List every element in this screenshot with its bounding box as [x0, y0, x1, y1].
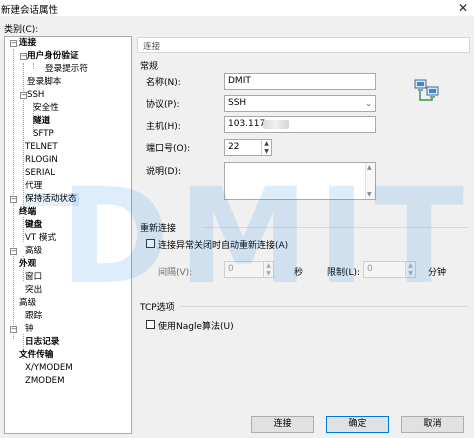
- tree-line: [13, 49, 14, 339]
- limit-unit: 分钟: [428, 268, 447, 278]
- cancel-button[interactable]: 取消: [401, 416, 464, 433]
- collapse-icon[interactable]: −: [10, 40, 17, 47]
- protocol-label: 协议(P):: [146, 100, 180, 110]
- general-section-title: 常规: [140, 62, 159, 72]
- scroll-down-icon[interactable]: ▼: [367, 191, 372, 198]
- network-icon: [414, 78, 440, 104]
- tree-line: [33, 63, 34, 69]
- protocol-select[interactable]: SSH ⌄: [224, 95, 376, 112]
- port-input[interactable]: 22 ▲ ▼: [224, 139, 272, 156]
- port-stepper[interactable]: ▲ ▼: [261, 140, 271, 155]
- close-icon[interactable]: ✕: [458, 0, 468, 16]
- step-up-icon[interactable]: ▲: [262, 140, 271, 148]
- tree-item-appearance[interactable]: 外观: [19, 258, 36, 271]
- tree-item-serial[interactable]: SERIAL: [25, 167, 55, 180]
- name-value: DMIT: [228, 76, 251, 86]
- tree-item-terminal-advanced[interactable]: 高级: [25, 245, 42, 258]
- tree-item-login-prompt[interactable]: 登录提示符: [45, 63, 88, 76]
- collapse-icon[interactable]: −: [10, 196, 17, 203]
- interval-unit: 秒: [294, 268, 304, 278]
- name-input[interactable]: DMIT: [224, 73, 376, 90]
- host-input[interactable]: 103.117.: [224, 116, 376, 133]
- host-redacted: [263, 120, 289, 129]
- auto-reconnect-label[interactable]: 连接异常关闭时自动重新连接(A): [158, 238, 288, 251]
- window-title: 新建会话属性: [1, 5, 59, 16]
- description-label: 说明(D):: [146, 167, 181, 177]
- scroll-up-icon[interactable]: ▲: [367, 164, 372, 171]
- title-bar: 新建会话属性 ✕: [0, 0, 474, 16]
- description-scrollbar[interactable]: ▲ ▼: [365, 163, 375, 199]
- collapse-icon[interactable]: −: [10, 248, 17, 255]
- nagle-checkbox[interactable]: [146, 320, 155, 329]
- name-label: 名称(N):: [146, 78, 181, 88]
- tree-item-advanced[interactable]: 高级: [19, 297, 36, 310]
- collapse-icon[interactable]: −: [20, 92, 27, 99]
- tree-item-highlight[interactable]: 突出: [25, 284, 42, 297]
- tree-item-trace[interactable]: 跟踪: [25, 310, 42, 323]
- tree-item-keyboard[interactable]: 键盘: [25, 219, 42, 232]
- tree-item-zmodem[interactable]: ZMODEM: [25, 375, 65, 388]
- limit-input[interactable]: 0 ▲ ▼: [363, 261, 416, 278]
- auto-reconnect-checkbox[interactable]: [146, 239, 155, 248]
- interval-value: 0: [228, 264, 234, 274]
- interval-stepper[interactable]: ▲ ▼: [263, 262, 273, 277]
- tree-item-terminal[interactable]: 终端: [19, 206, 36, 219]
- tree-item-login-script[interactable]: 登录脚本: [27, 76, 61, 89]
- tree-item-ssh[interactable]: SSH: [27, 89, 44, 102]
- step-up-icon[interactable]: ▲: [406, 262, 415, 270]
- limit-stepper[interactable]: ▲ ▼: [405, 262, 415, 277]
- tree-item-bell[interactable]: 钟: [25, 323, 34, 336]
- tree-item-proxy[interactable]: 代理: [25, 180, 42, 193]
- tree-item-telnet[interactable]: TELNET: [25, 141, 58, 154]
- tree-item-logging[interactable]: 日志记录: [25, 336, 59, 349]
- tree-item-tunnel[interactable]: 隧道: [33, 115, 50, 128]
- limit-value: 0: [367, 264, 373, 274]
- interval-label: 间隔(V):: [158, 268, 193, 278]
- tree-line: [23, 217, 24, 242]
- breadcrumb-text: 连接: [143, 42, 161, 52]
- step-down-icon[interactable]: ▼: [264, 270, 273, 278]
- chevron-down-icon: ⌄: [365, 99, 372, 108]
- tree-item-xymodem[interactable]: X/YMODEM: [25, 362, 73, 375]
- breadcrumb: 连接: [137, 37, 470, 53]
- tree-item-window[interactable]: 窗口: [25, 271, 42, 284]
- port-label: 端口号(O):: [146, 144, 191, 154]
- tree-item-keepalive[interactable]: 保持活动状态: [25, 193, 79, 206]
- description-input[interactable]: ▲ ▼: [224, 162, 376, 200]
- tree-item-rlogin[interactable]: RLOGIN: [25, 154, 58, 167]
- connect-button[interactable]: 连接: [251, 416, 314, 433]
- ok-button[interactable]: 确定: [326, 416, 389, 433]
- port-value: 22: [228, 142, 240, 152]
- step-down-icon[interactable]: ▼: [262, 148, 271, 156]
- tree-item-user-auth[interactable]: 用户身份验证: [27, 50, 79, 63]
- host-label: 主机(H):: [146, 122, 181, 132]
- tree-line: [23, 63, 24, 209]
- nagle-label[interactable]: 使用Nagle算法(U): [158, 319, 234, 332]
- reconnect-divider: [204, 227, 468, 228]
- category-label: 类别(C):: [4, 25, 39, 35]
- collapse-icon[interactable]: −: [20, 53, 27, 60]
- tree-item-file-transfer[interactable]: 文件传输: [19, 349, 53, 362]
- step-down-icon[interactable]: ▼: [406, 270, 415, 278]
- tree-item-sftp[interactable]: SFTP: [33, 128, 54, 141]
- tcp-divider: [180, 306, 468, 307]
- tree-item-vt-mode[interactable]: VT 模式: [25, 232, 56, 245]
- tree-item-connection[interactable]: 连接: [19, 37, 36, 50]
- category-tree[interactable]: − − − − − − 连接 用户身份验证 登录提示符 登录脚本 SSH 安全性…: [4, 36, 132, 434]
- collapse-icon[interactable]: −: [10, 326, 17, 333]
- reconnect-section-title: 重新连接: [140, 224, 177, 234]
- limit-label: 限制(L):: [327, 268, 361, 278]
- tcp-section-title: TCP选项: [140, 303, 175, 313]
- protocol-value: SSH: [228, 98, 247, 108]
- interval-input[interactable]: 0 ▲ ▼: [224, 261, 274, 278]
- tree-item-security[interactable]: 安全性: [33, 102, 59, 115]
- step-up-icon[interactable]: ▲: [264, 262, 273, 270]
